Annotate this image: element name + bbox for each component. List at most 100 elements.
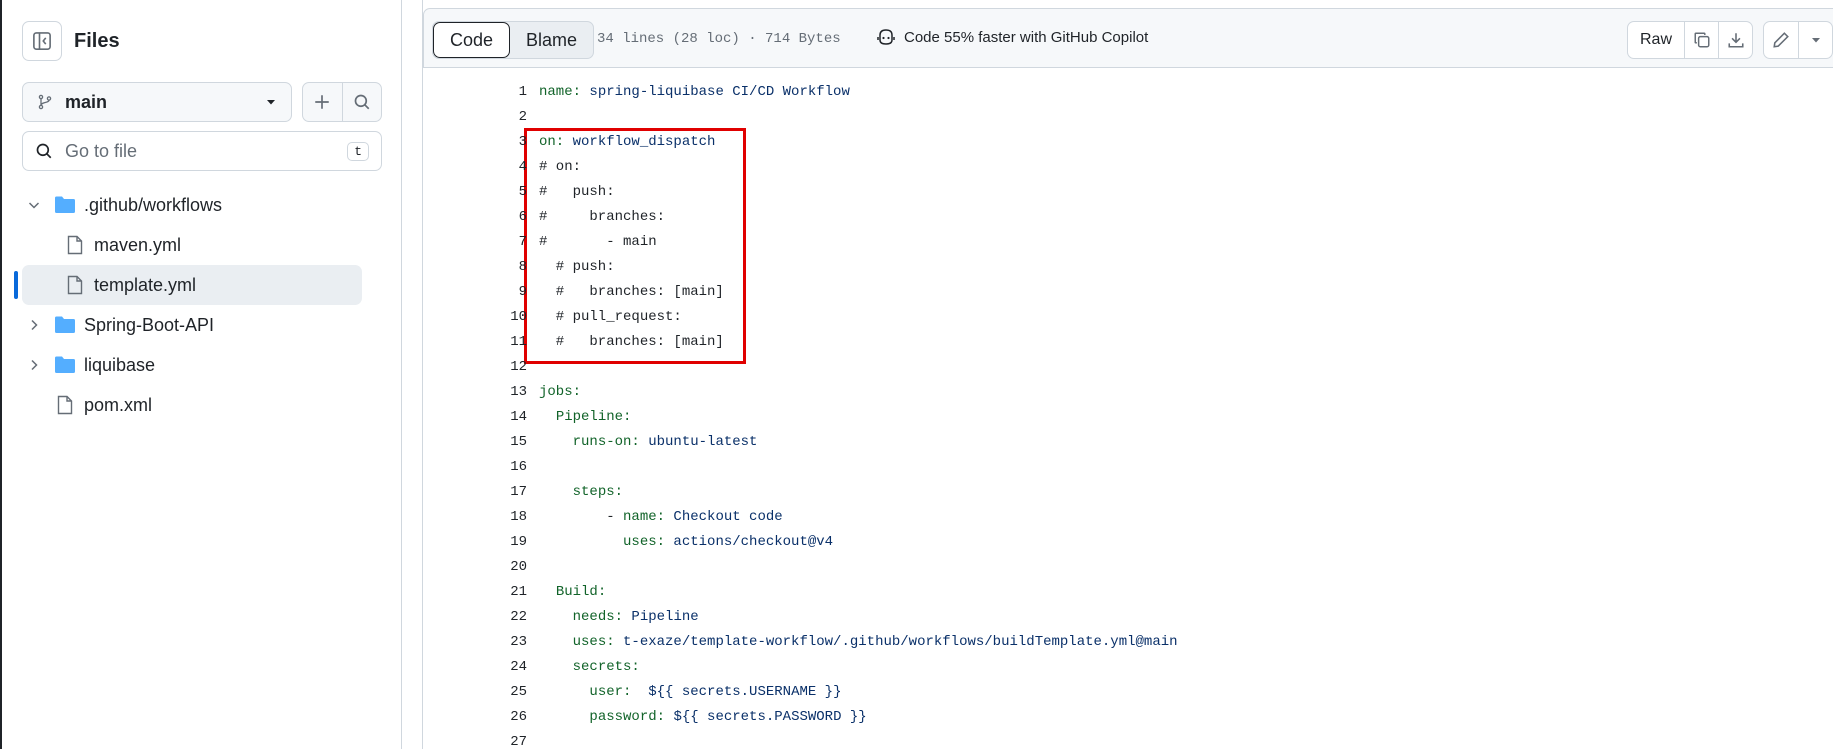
file-actions: Raw xyxy=(1617,21,1833,59)
add-file-button[interactable] xyxy=(303,83,342,121)
line-number[interactable]: 14 xyxy=(423,409,527,425)
download-raw-button[interactable] xyxy=(1718,22,1752,58)
line-number[interactable]: 22 xyxy=(423,609,527,625)
code-text: needs: Pipeline xyxy=(572,609,699,625)
code-line[interactable]: 23 uses: t-exaze/template-workflow/.gith… xyxy=(423,630,1833,655)
line-number[interactable]: 17 xyxy=(423,484,527,500)
code-line[interactable]: 8 # push: xyxy=(423,255,1833,280)
line-number[interactable]: 18 xyxy=(423,509,527,525)
code-line[interactable]: 24 secrets: xyxy=(423,655,1833,680)
tab-blame[interactable]: Blame xyxy=(510,22,593,58)
caret-down-icon xyxy=(267,100,275,105)
code-line[interactable]: 3 on: workflow_dispatch xyxy=(423,130,1833,155)
branch-name: main xyxy=(65,91,108,112)
code-line[interactable]: 14 Pipeline: xyxy=(423,405,1833,430)
line-number[interactable]: 25 xyxy=(423,684,527,700)
line-number[interactable]: 13 xyxy=(423,384,527,400)
code-line[interactable]: 1 name: spring-liquibase CI/CD Workflow xyxy=(423,80,1833,105)
code-line[interactable]: 20 xyxy=(423,555,1833,580)
branch-selector-button[interactable]: main xyxy=(22,82,292,122)
download-icon xyxy=(1727,33,1744,48)
file-icon xyxy=(67,235,83,255)
code-line[interactable]: 4 # on: xyxy=(423,155,1833,180)
line-number[interactable]: 4 xyxy=(423,159,527,175)
code-line[interactable]: 9 # branches: [main] xyxy=(423,280,1833,305)
tree-actions-group xyxy=(302,82,382,122)
code-line[interactable]: 16 xyxy=(423,455,1833,480)
tree-item-label: pom.xml xyxy=(84,395,153,415)
code-text: uses: t-exaze/template-workflow/.github/… xyxy=(572,634,1178,650)
chevron-right-icon[interactable] xyxy=(26,357,42,373)
line-number[interactable]: 27 xyxy=(423,734,527,749)
line-number[interactable]: 10 xyxy=(423,309,527,325)
file-tree-sidebar: Files main Go to file t .github/workflow… xyxy=(0,0,402,749)
line-number[interactable]: 21 xyxy=(423,584,527,600)
code-line[interactable]: 26 password: ${{ secrets.PASSWORD }} xyxy=(423,705,1833,730)
tree-item-pom-xml[interactable]: pom.xml xyxy=(2,385,402,425)
line-number[interactable]: 11 xyxy=(423,334,527,350)
line-number[interactable]: 12 xyxy=(423,359,527,375)
tree-item-maven-yml[interactable]: maven.yml xyxy=(2,225,402,265)
go-to-file-input[interactable]: Go to file t xyxy=(22,131,382,171)
raw-button[interactable]: Raw xyxy=(1628,22,1684,58)
tree-item-liquibase[interactable]: liquibase xyxy=(2,345,402,385)
sidebar-collapse-icon xyxy=(33,32,51,50)
code-line[interactable]: 19 uses: actions/checkout@v4 xyxy=(423,530,1833,555)
code-line[interactable]: 18 - name: Checkout code xyxy=(423,505,1833,530)
copy-raw-button[interactable] xyxy=(1684,22,1718,58)
line-number[interactable]: 24 xyxy=(423,659,527,675)
tab-code[interactable]: Code xyxy=(433,22,511,58)
code-line[interactable]: 11 # branches: [main] xyxy=(423,330,1833,355)
edit-file-button[interactable] xyxy=(1764,22,1798,58)
folder-open-icon xyxy=(55,196,75,213)
tree-item-label: Spring-Boot-API xyxy=(84,315,215,335)
line-number[interactable]: 16 xyxy=(423,459,527,475)
code-line[interactable]: 12 xyxy=(423,355,1833,380)
line-number[interactable]: 7 xyxy=(423,234,527,250)
tree-item-label: liquibase xyxy=(84,355,156,375)
tree-item-label: template.yml xyxy=(94,275,197,295)
code-text: # branches: [main] xyxy=(539,334,724,350)
line-number[interactable]: 3 xyxy=(423,134,527,150)
line-number[interactable]: 6 xyxy=(423,209,527,225)
line-number[interactable]: 15 xyxy=(423,434,527,450)
tree-item-template-yml[interactable]: template.yml xyxy=(2,265,402,305)
line-number[interactable]: 23 xyxy=(423,634,527,650)
code-line[interactable]: 5 # push: xyxy=(423,180,1833,205)
code-line[interactable]: 6 # branches: xyxy=(423,205,1833,230)
code-line[interactable]: 21 Build: xyxy=(423,580,1833,605)
collapse-sidebar-button[interactable] xyxy=(22,21,62,61)
line-number[interactable]: 2 xyxy=(423,109,527,125)
line-number[interactable]: 1 xyxy=(423,84,527,100)
code-line[interactable]: 27 xyxy=(423,730,1833,749)
file-tree: .github/workflows maven.yml template.yml… xyxy=(2,185,402,425)
search-code-button[interactable] xyxy=(341,83,382,121)
more-edit-options-button[interactable] xyxy=(1798,22,1832,58)
code-line[interactable]: 22 needs: Pipeline xyxy=(423,605,1833,630)
code-line[interactable]: 13 jobs: xyxy=(423,380,1833,405)
copilot-promo-link[interactable]: Code 55% faster with GitHub Copilot xyxy=(876,28,1148,46)
copilot-icon xyxy=(877,29,895,45)
code-line[interactable]: 15 runs-on: ubuntu-latest xyxy=(423,430,1833,455)
chevron-down-icon[interactable] xyxy=(26,197,42,213)
tree-item-spring-boot-api[interactable]: Spring-Boot-API xyxy=(2,305,402,345)
line-number[interactable]: 8 xyxy=(423,259,527,275)
code-text: # - main xyxy=(539,234,657,250)
code-line[interactable]: 10 # pull_request: xyxy=(423,305,1833,330)
code-line[interactable]: 2 xyxy=(423,105,1833,130)
tree-item-github-workflows[interactable]: .github/workflows xyxy=(2,185,402,225)
line-number[interactable]: 9 xyxy=(423,284,527,300)
code-line[interactable]: 25 user: ${{ secrets.USERNAME }} xyxy=(423,680,1833,705)
code-view[interactable]: 1 name: spring-liquibase CI/CD Workflow 2 3… xyxy=(423,80,1833,749)
line-number[interactable]: 19 xyxy=(423,534,527,550)
chevron-right-icon[interactable] xyxy=(26,317,42,333)
line-number[interactable]: 26 xyxy=(423,709,527,725)
code-line[interactable]: 7 # - main xyxy=(423,230,1833,255)
line-number[interactable]: 20 xyxy=(423,559,527,575)
line-number[interactable]: 5 xyxy=(423,184,527,200)
code-text: user: ${{ secrets.USERNAME }} xyxy=(589,684,842,700)
code-line[interactable]: 17 steps: xyxy=(423,480,1833,505)
file-viewer: Code Blame 34 lines (28 loc) · 714 Bytes… xyxy=(422,0,1833,749)
raw-actions-group: Raw xyxy=(1626,21,1753,59)
code-text: uses: actions/checkout@v4 xyxy=(623,534,834,550)
